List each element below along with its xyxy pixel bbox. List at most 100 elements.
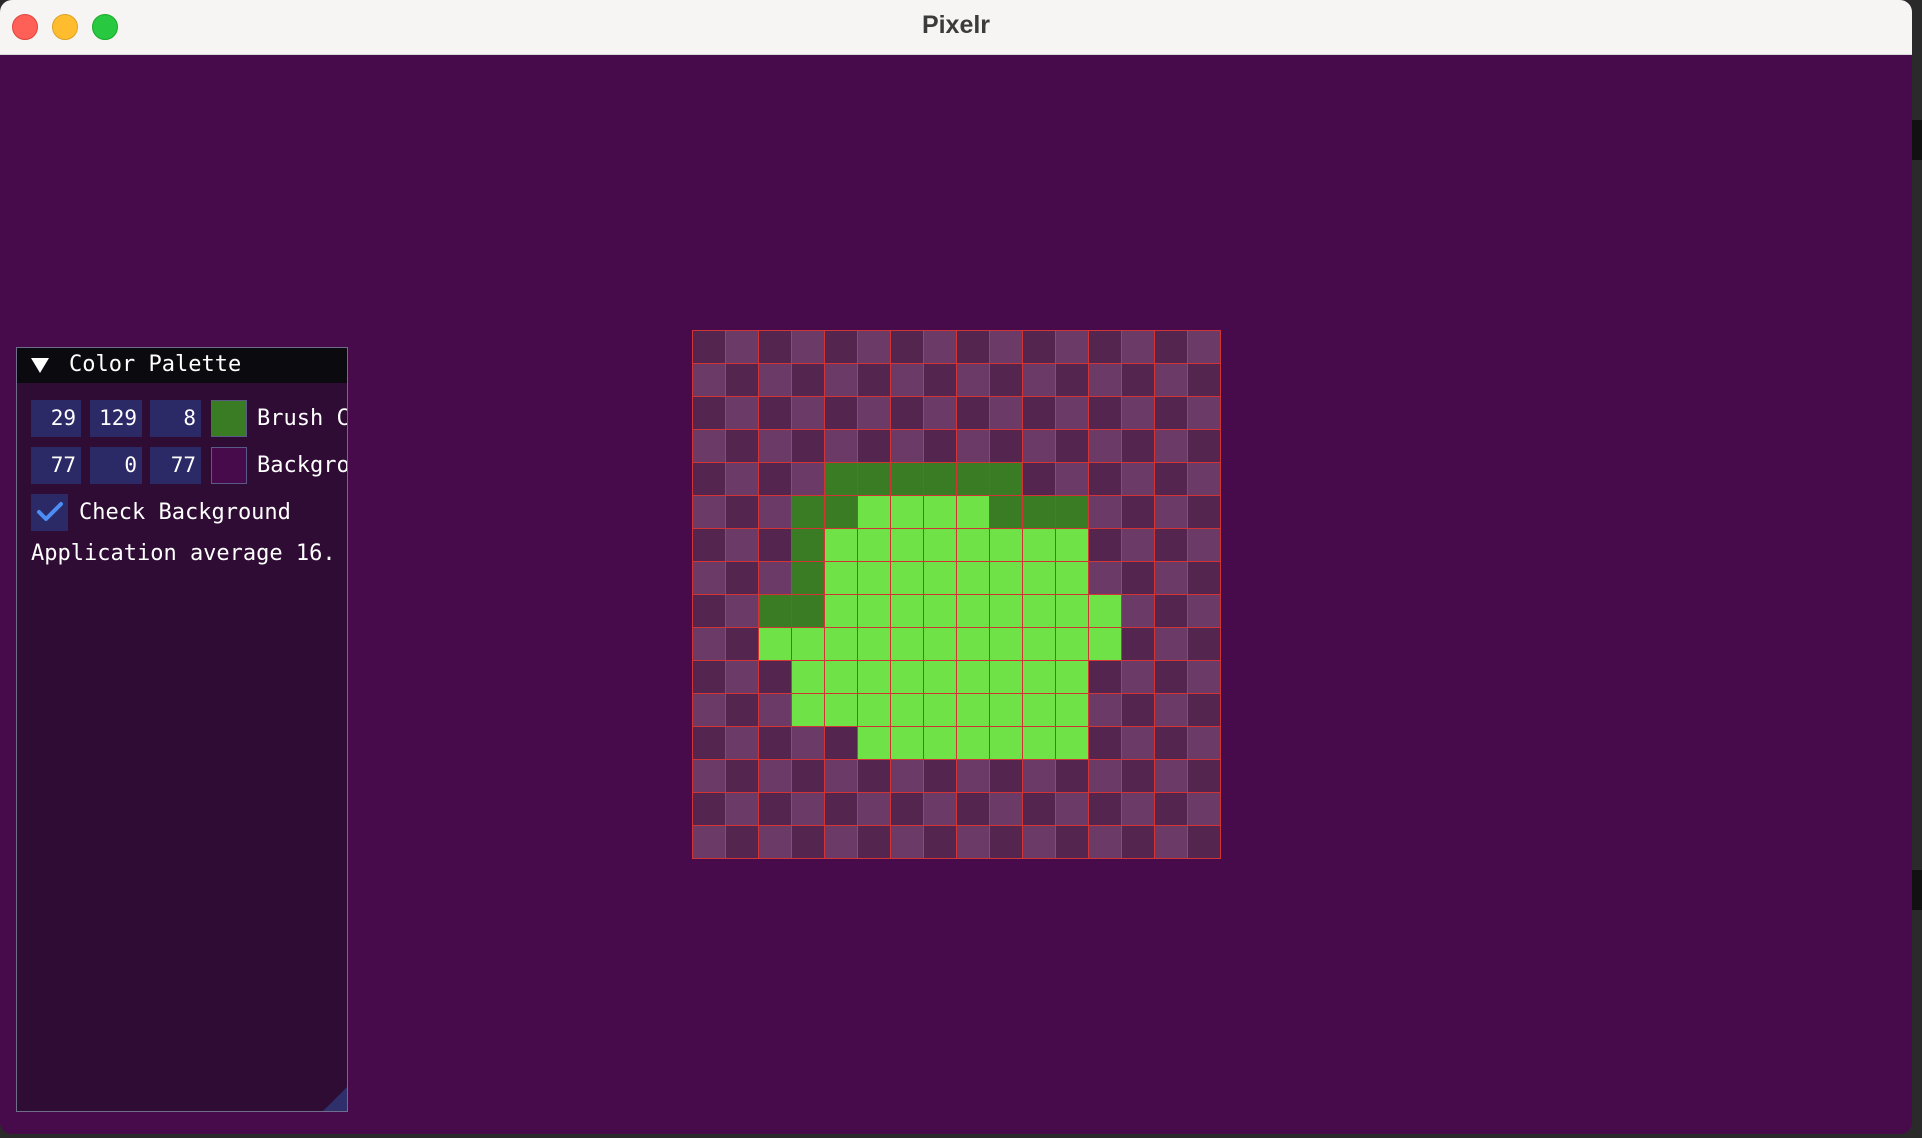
pixel-cell[interactable] [691,362,726,397]
pixel-cell[interactable] [1186,659,1221,694]
pixel-cell[interactable] [922,494,957,529]
pixel-cell[interactable] [757,758,792,793]
pixel-cell[interactable] [790,692,825,727]
pixel-cell[interactable] [1120,461,1155,496]
pixel-cell[interactable] [691,461,726,496]
check-background-checkbox[interactable] [31,494,68,531]
background-red-input[interactable]: 77 [31,447,81,484]
pixel-cell[interactable] [1054,626,1089,661]
pixel-grid[interactable] [691,329,1221,859]
pixel-cell[interactable] [691,791,726,826]
pixel-cell[interactable] [1120,428,1155,463]
pixel-cell[interactable] [988,527,1023,562]
pixel-cell[interactable] [724,692,759,727]
pixel-cell[interactable] [724,824,759,859]
pixel-cell[interactable] [1153,758,1188,793]
pixel-cell[interactable] [1087,692,1122,727]
pixel-cell[interactable] [1021,527,1056,562]
pixel-cell[interactable] [988,824,1023,859]
pixel-cell[interactable] [856,659,891,694]
pixel-cell[interactable] [889,791,924,826]
pixel-cell[interactable] [1087,791,1122,826]
pixel-cell[interactable] [1021,791,1056,826]
pixel-cell[interactable] [856,494,891,529]
pixel-cell[interactable] [1054,329,1089,364]
pixel-cell[interactable] [1186,791,1221,826]
pixel-cell[interactable] [823,329,858,364]
pixel-cell[interactable] [1021,560,1056,595]
pixel-cell[interactable] [1021,692,1056,727]
pixel-cell[interactable] [691,626,726,661]
pixel-cell[interactable] [955,824,990,859]
pixel-cell[interactable] [922,461,957,496]
pixel-cell[interactable] [1021,659,1056,694]
pixel-cell[interactable] [889,626,924,661]
pixel-cell[interactable] [757,725,792,760]
pixel-cell[interactable] [823,494,858,529]
pixel-cell[interactable] [889,692,924,727]
pixel-cell[interactable] [988,692,1023,727]
pixel-cell[interactable] [691,527,726,562]
pixel-cell[interactable] [1087,659,1122,694]
pixel-cell[interactable] [1054,593,1089,628]
pixel-cell[interactable] [724,428,759,463]
pixel-cell[interactable] [823,791,858,826]
pixel-cell[interactable] [955,395,990,430]
pixel-cell[interactable] [823,527,858,562]
pixel-cell[interactable] [1153,395,1188,430]
pixel-cell[interactable] [1120,626,1155,661]
pixel-cell[interactable] [1087,428,1122,463]
pixel-cell[interactable] [1087,527,1122,562]
pixel-cell[interactable] [1054,560,1089,595]
pixel-cell[interactable] [724,626,759,661]
pixel-cell[interactable] [790,527,825,562]
pixel-cell[interactable] [988,362,1023,397]
pixel-cell[interactable] [691,758,726,793]
pixel-cell[interactable] [1021,758,1056,793]
pixel-cell[interactable] [1186,494,1221,529]
pixel-cell[interactable] [823,362,858,397]
pixel-cell[interactable] [1153,659,1188,694]
pixel-cell[interactable] [955,494,990,529]
pixel-cell[interactable] [1186,824,1221,859]
pixel-cell[interactable] [988,725,1023,760]
pixel-cell[interactable] [1087,395,1122,430]
pixel-cell[interactable] [757,395,792,430]
pixel-cell[interactable] [922,560,957,595]
pixel-cell[interactable] [1120,725,1155,760]
pixel-cell[interactable] [1153,626,1188,661]
pixel-cell[interactable] [1186,395,1221,430]
pixel-cell[interactable] [790,362,825,397]
pixel-cell[interactable] [823,659,858,694]
pixel-cell[interactable] [1054,362,1089,397]
pixel-cell[interactable] [922,824,957,859]
panel-header[interactable]: Color Palette [17,348,347,383]
pixel-cell[interactable] [1186,428,1221,463]
pixel-cell[interactable] [790,395,825,430]
pixel-cell[interactable] [1021,593,1056,628]
pixel-cell[interactable] [757,692,792,727]
pixel-cell[interactable] [757,461,792,496]
pixel-cell[interactable] [988,659,1023,694]
pixel-cell[interactable] [1153,560,1188,595]
pixel-cell[interactable] [724,560,759,595]
pixel-cell[interactable] [856,626,891,661]
pixel-cell[interactable] [955,758,990,793]
pixel-cell[interactable] [955,428,990,463]
pixel-cell[interactable] [1153,527,1188,562]
pixel-cell[interactable] [988,626,1023,661]
pixel-cell[interactable] [757,362,792,397]
pixel-cell[interactable] [691,692,726,727]
pixel-cell[interactable] [1054,659,1089,694]
pixel-cell[interactable] [955,560,990,595]
pixel-cell[interactable] [889,527,924,562]
pixel-cell[interactable] [757,428,792,463]
pixel-cell[interactable] [856,824,891,859]
pixel-cell[interactable] [1186,329,1221,364]
pixel-cell[interactable] [955,461,990,496]
pixel-cell[interactable] [856,329,891,364]
pixel-cell[interactable] [1054,461,1089,496]
pixel-cell[interactable] [1087,494,1122,529]
pixel-cell[interactable] [1120,692,1155,727]
pixel-cell[interactable] [856,428,891,463]
